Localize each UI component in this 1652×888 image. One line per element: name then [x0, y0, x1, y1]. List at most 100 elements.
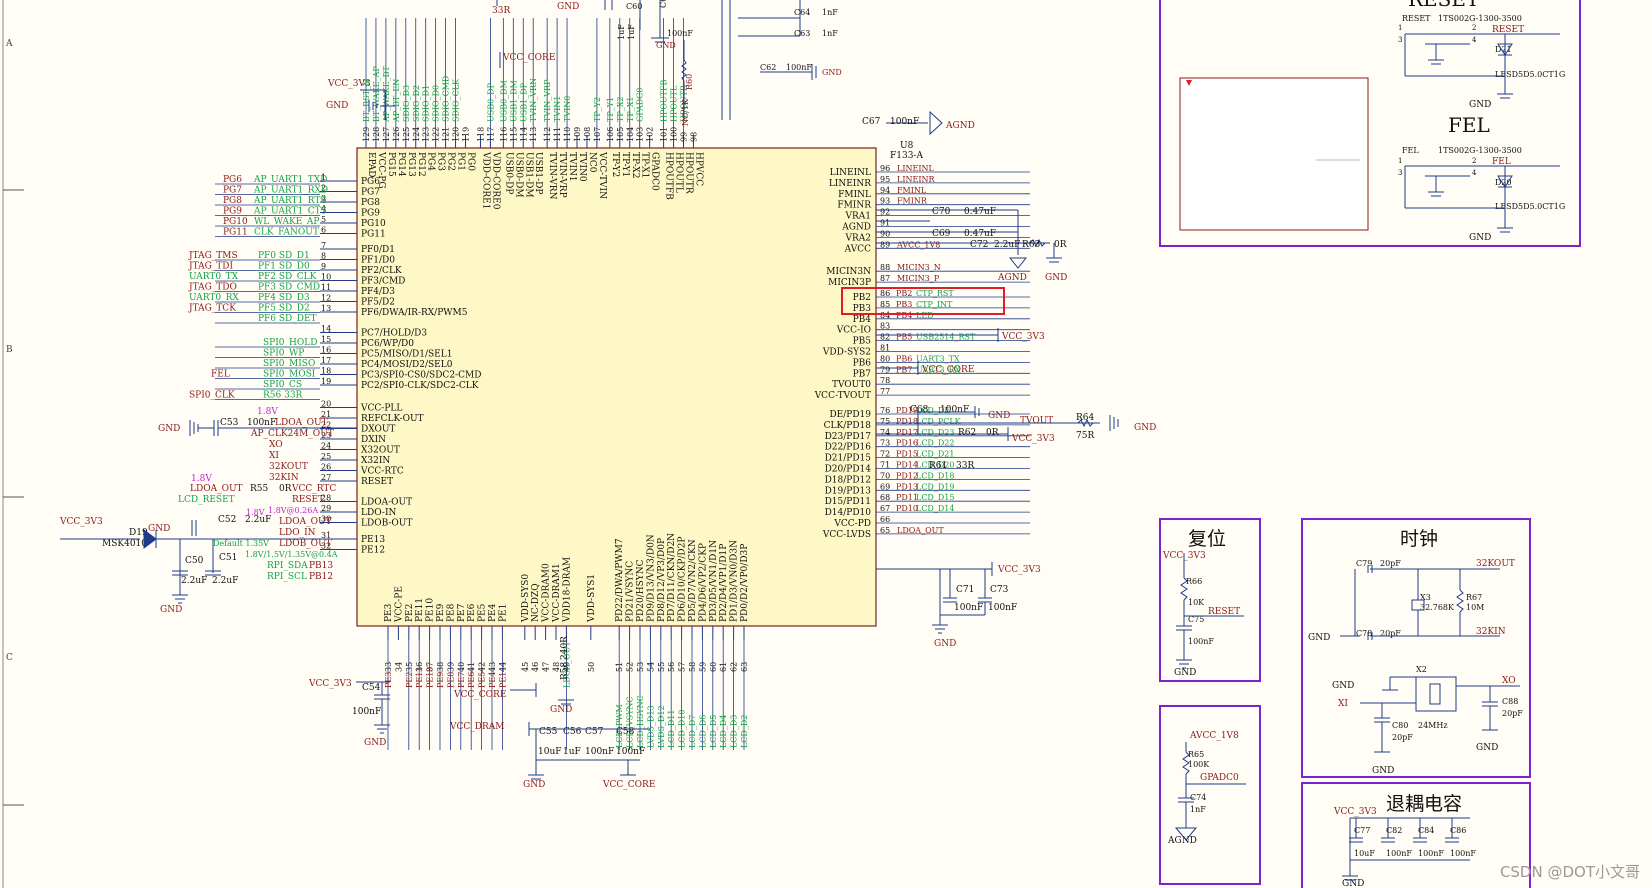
- top-net-label: SDIO_D1: [422, 85, 431, 122]
- top-net-label: USB0_DM: [499, 80, 508, 122]
- left-pin-name: PF3/CMD: [361, 277, 405, 287]
- top-pin-number: 115: [509, 127, 518, 142]
- left-pin-number: 14: [321, 325, 331, 334]
- svg-text:4: 4: [1472, 36, 1477, 44]
- vcc-core-bottom: VCC_CORE: [453, 690, 506, 700]
- right-net-label: CTP_RST: [916, 289, 954, 298]
- c88-label: C88: [1502, 697, 1518, 706]
- c51-val: 2.2uF: [212, 576, 238, 586]
- r64-val: 75R: [1076, 431, 1094, 441]
- reset-box-gnd: GND: [1174, 668, 1196, 678]
- lcd-reset-net: LCD_RESET: [178, 495, 235, 505]
- top-pin-name: USB1-DP: [533, 152, 543, 194]
- left-pin-number: 17: [321, 356, 331, 365]
- net-label-a: UART0_RX: [189, 293, 239, 303]
- net-label-b: SPI0_HOLD: [263, 338, 317, 348]
- net-label-b: PF0 SD_D1: [258, 251, 310, 261]
- vcc3v3-c73: VCC_3V3: [997, 565, 1041, 575]
- bottom-pin-name: PD21/VSYNC: [626, 561, 636, 622]
- svg-text:3: 3: [1398, 36, 1402, 44]
- r60-label: R60: [685, 74, 694, 90]
- left-pin-name: PE12: [361, 546, 385, 556]
- fel-sw-label: FEL: [1402, 146, 1419, 155]
- net-label-a: PG10: [223, 217, 248, 227]
- svg-text:2: 2: [1472, 157, 1476, 165]
- clock-gnd-c80: GND: [1372, 766, 1394, 776]
- right-net-label: LINEINR: [897, 175, 935, 184]
- top-pin-name: PG3: [436, 152, 446, 171]
- agnd-r63: AGND: [997, 273, 1027, 283]
- bottom-pin-name: PD8/D12/VP3/D0P: [657, 538, 667, 622]
- bottom-pin-number: 34: [394, 662, 403, 672]
- net-label-a: PG8: [223, 196, 242, 206]
- c78-label: C78: [1356, 629, 1372, 638]
- c75-val: 100nF: [1188, 637, 1214, 646]
- right-pin-name: AGND: [841, 223, 871, 233]
- right-net-port: PB3: [896, 300, 912, 309]
- top-pin-name: TVIN1: [567, 152, 577, 182]
- ldo-in-net: LDO_IN: [279, 528, 316, 538]
- left-pin-name: DXIN: [361, 435, 386, 445]
- gnd-c54: GND: [364, 738, 386, 748]
- net-label-a: JTAG_TDI: [188, 262, 234, 272]
- top-net-label: HPOUTFB: [660, 79, 669, 122]
- net-label-a: UART0_TX: [189, 272, 239, 282]
- net-label-b: SPI0_WP: [263, 349, 304, 359]
- bottom-net-label: LVDS_D13: [646, 705, 655, 748]
- right-net-label: LINEINL: [897, 164, 934, 173]
- top-pin-name: PG12: [416, 152, 426, 177]
- r65-label: R65: [1188, 750, 1204, 759]
- left-net-labels: PG6 AP_UART1_TXD PG7 AP_UART1_RXD PG8 AP_UART…: [188, 175, 328, 401]
- left-pin-name: VCC-RTC: [360, 467, 404, 477]
- top-net-label: TP_X2: [616, 96, 625, 122]
- net-label-a: SPI0_CLK: [189, 391, 235, 401]
- right-net-port: PD16: [896, 439, 918, 448]
- clock-gnd-left: GND: [1308, 633, 1330, 643]
- xo-net: XO: [269, 440, 283, 450]
- top-pin-name: HPOUTR: [684, 152, 694, 194]
- bottom-pin-number: 52: [626, 662, 635, 672]
- c62-label: C62: [760, 63, 776, 72]
- right-pin-number: 72: [880, 450, 890, 459]
- top-pin-number: 123: [422, 127, 431, 142]
- right-pin-number: 85: [880, 300, 890, 309]
- left-misc-labels: GND C53 100nF LDOA_OUT AP_CLK24M_OUT XO …: [59, 407, 357, 615]
- fel-title: FEL: [1448, 113, 1490, 137]
- right-pin-name: VCC-TVOUT: [814, 391, 871, 401]
- left-pin-name: LDOB-OUT: [361, 519, 412, 529]
- top-pin-number: 103: [636, 127, 645, 142]
- c54-label: C54: [362, 683, 381, 693]
- chip-right-pins: LINEINL 96 LINEINLLINEINR 95 LINEINRFMINL 94 F…: [814, 164, 1030, 540]
- c51-label: C51: [219, 553, 237, 563]
- left-pin-number: 15: [321, 335, 331, 344]
- top-net-label: AP_WAKE_BT: [382, 66, 391, 123]
- net-label-b: AP_UART1_RTS: [253, 196, 327, 206]
- c77-val: 10uF: [1354, 849, 1375, 858]
- d21-part: LESD5D5.0CT1G: [1495, 70, 1565, 79]
- bottom-pin-number: 56: [667, 662, 676, 672]
- left-pin-number: 12: [321, 294, 331, 303]
- gnd-r63: GND: [1045, 273, 1067, 283]
- top-pin-name: USB1-DM: [523, 152, 533, 198]
- vcc-dram: VCC_DRAM: [449, 722, 504, 732]
- c50-val: 2.2uF: [181, 576, 207, 586]
- msk-label: MSK4010: [102, 539, 147, 549]
- right-pin-number: 84: [880, 311, 890, 320]
- x3-val: 32.768K: [1420, 603, 1455, 612]
- top-pin-name: VDD-CORE0: [490, 151, 500, 210]
- left-pin-name: LDOA-OUT: [361, 498, 412, 508]
- watermark: CSDN @DOT小文哥: [1499, 863, 1640, 881]
- image-placeholder: [1179, 77, 1369, 231]
- top-net-label: TP_Y2: [593, 97, 602, 122]
- bottom-net-label: PE5: [478, 672, 487, 688]
- top-net-label: USB1_DP: [519, 82, 528, 122]
- bottom-net-label: LCD_D5: [709, 715, 718, 748]
- c84-val: 100nF: [1418, 849, 1444, 858]
- right-pin-number: 95: [880, 175, 890, 184]
- left-pin-name: PG11: [361, 230, 386, 240]
- right-pin-number: 70: [880, 471, 890, 480]
- top-pin-number: 119: [462, 127, 471, 142]
- c61-val: 100nF: [667, 29, 693, 38]
- vcc-core-right: VCC_CORE: [921, 365, 974, 375]
- r67-label: R67: [1466, 593, 1482, 602]
